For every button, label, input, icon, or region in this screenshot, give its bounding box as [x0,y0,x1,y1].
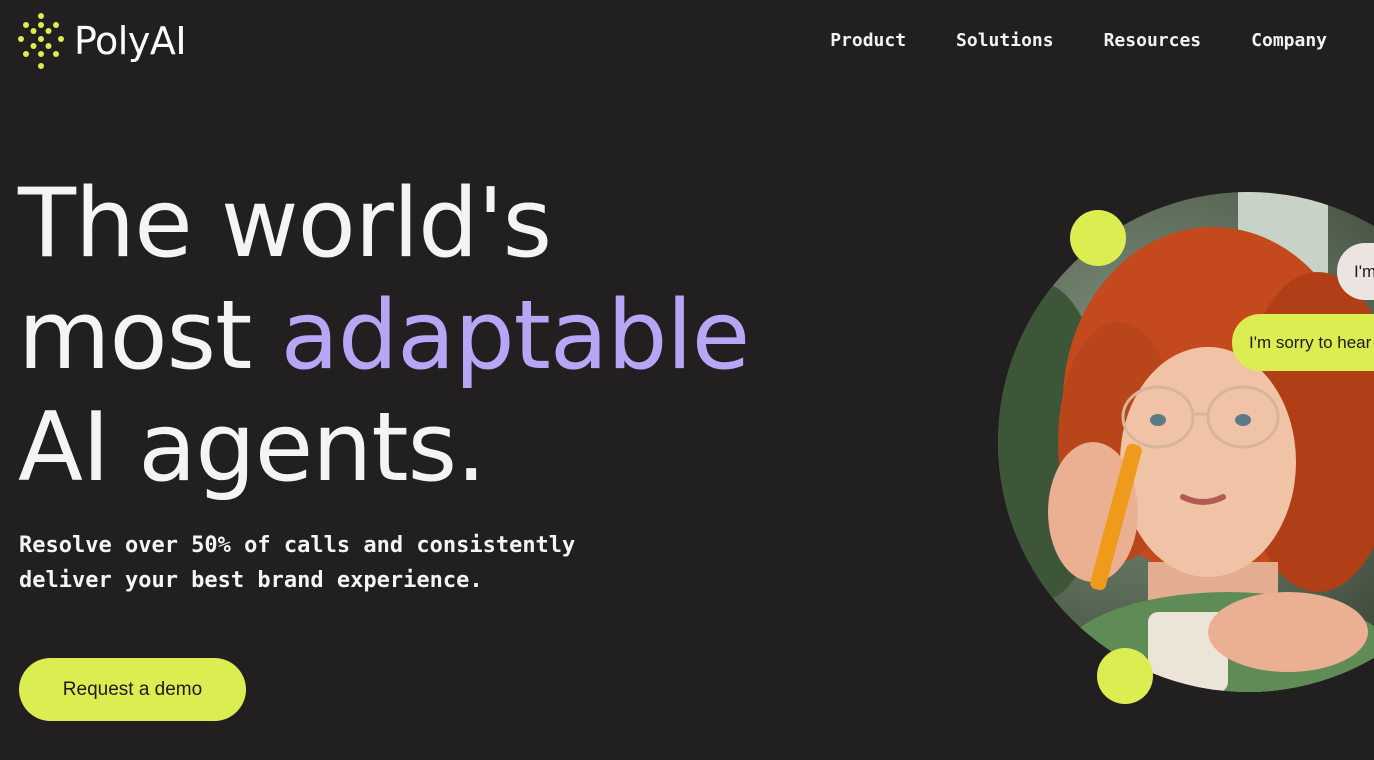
logo-text: PolyAI [74,19,187,63]
hero-title: The world's most adaptable AI agents. [18,168,751,504]
woman-on-phone-illustration [998,192,1374,692]
nav-product[interactable]: Product [830,30,906,51]
chat-bubble-user-text: I'm [1354,261,1374,281]
chat-bubble-agent: I'm sorry to hear [1232,314,1374,371]
chat-bubble-agent-text: I'm sorry to hear [1249,332,1372,352]
logo-link[interactable]: PolyAI [18,12,187,70]
decorative-dot-bottom [1097,648,1153,704]
hero-subtitle-line-1: Resolve over 50% of calls and consistent… [19,533,576,558]
decorative-dot-top [1070,210,1126,266]
hero-title-line-2-prefix: most [18,281,281,391]
dot-grid-logo-icon [18,13,64,69]
hero-photo [998,192,1374,692]
hero-title-line-3: AI agents. [18,393,486,503]
hero-title-line-1: The world's [18,169,552,279]
request-demo-button[interactable]: Request a demo [19,658,246,721]
hero-subtitle: Resolve over 50% of calls and consistent… [19,528,719,598]
hero-subtitle-line-2: deliver your best brand experience. [19,568,483,593]
nav-resources[interactable]: Resources [1104,30,1202,51]
page: PolyAI Product Solutions Resources Compa… [0,0,1374,760]
nav-solutions[interactable]: Solutions [956,30,1054,51]
hero-title-accent: adaptable [280,281,751,391]
main-nav: Product Solutions Resources Company [830,30,1327,51]
nav-company[interactable]: Company [1251,30,1327,51]
